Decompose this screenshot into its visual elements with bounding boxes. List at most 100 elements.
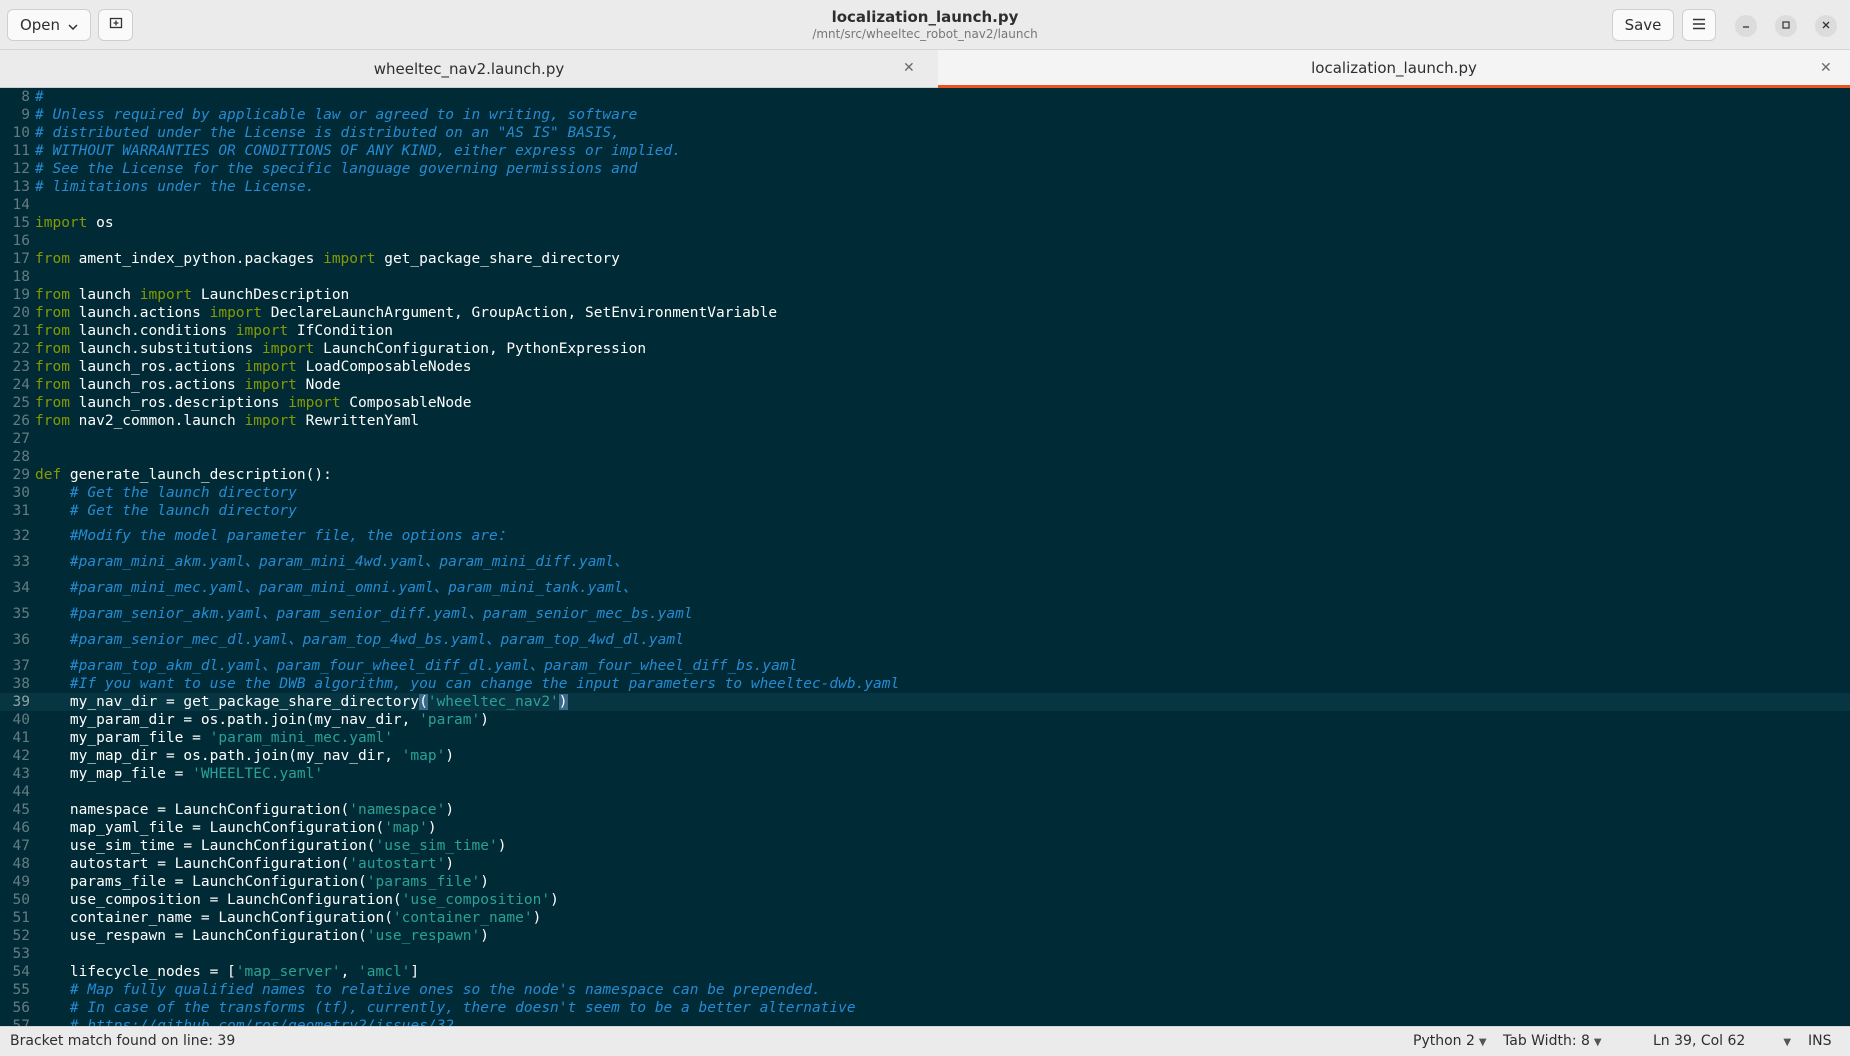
cursor-position-selector[interactable]: Ln 39, Col 62 ▼: [1653, 1033, 1791, 1049]
line-number: 47: [12, 838, 30, 854]
code-line[interactable]: 13 # limitations under the License.: [0, 178, 1850, 196]
code-line[interactable]: 46 map_yaml_file = LaunchConfiguration('…: [0, 819, 1850, 837]
code-line[interactable]: 57 # https://github.com/ros/geometry2/is…: [0, 1017, 1850, 1026]
code-token: import: [235, 323, 289, 339]
tab-close-icon[interactable]: ✕: [1820, 60, 1832, 76]
code-text: # limitations under the License.: [35, 178, 314, 196]
code-line[interactable]: 35 #param_senior_akm.yaml、param_senior_d…: [0, 605, 1850, 623]
minimize-button[interactable]: [1735, 15, 1757, 37]
code-line[interactable]: 38 #If you want to use the DWB algorithm…: [0, 675, 1850, 693]
code-token: # Get the launch directory: [69, 485, 297, 501]
code-token: params_file = LaunchConfiguration(: [35, 874, 367, 890]
code-line[interactable]: 30 # Get the launch directory: [0, 484, 1850, 502]
code-line[interactable]: 36 #param_senior_mec_dl.yaml、param_top_4…: [0, 631, 1850, 649]
code-line[interactable]: 39 my_nav_dir = get_package_share_direct…: [0, 693, 1850, 711]
code-line[interactable]: 23 from launch_ros.actions import LoadCom…: [0, 358, 1850, 376]
code-line[interactable]: 16: [0, 232, 1850, 250]
code-token: #param_senior_mec_dl.yaml、param_top_4wd_…: [69, 632, 684, 648]
code-line[interactable]: 43 my_map_file = 'WHEELTEC.yaml': [0, 765, 1850, 783]
code-token: use_respawn = LaunchConfiguration(: [35, 928, 367, 944]
code-editor[interactable]: 8 #9 # Unless required by applicable law o…: [0, 88, 1850, 1026]
open-button[interactable]: Open: [7, 9, 91, 41]
maximize-button[interactable]: [1775, 15, 1797, 37]
code-line[interactable]: 32 #Modify the model parameter file, the…: [0, 527, 1850, 545]
status-message: Bracket match found on line: 39: [10, 1033, 236, 1049]
language-label: Python 2: [1413, 1033, 1475, 1049]
code-token: map_yaml_file = LaunchConfiguration(: [35, 820, 385, 836]
code-line[interactable]: 40 my_param_dir = os.path.join(my_nav_di…: [0, 711, 1850, 729]
code-line[interactable]: 14: [0, 196, 1850, 214]
code-line[interactable]: 9 # Unless required by applicable law or …: [0, 106, 1850, 124]
new-tab-button[interactable]: [98, 9, 133, 41]
line-number: 19: [12, 287, 30, 303]
code-line[interactable]: 17 from ament_index_python.packages impor…: [0, 250, 1850, 268]
code-line[interactable]: 29 def generate_launch_description():: [0, 466, 1850, 484]
code-line[interactable]: 18: [0, 268, 1850, 286]
code-line[interactable]: 55 # Map fully qualified names to relati…: [0, 981, 1850, 999]
window-title-block: localization_launch.py /mnt/src/wheeltec…: [700, 8, 1150, 42]
code-token: ): [550, 892, 559, 908]
code-line[interactable]: 34 #param_mini_mec.yaml、param_mini_omni.…: [0, 579, 1850, 597]
code-line[interactable]: 28: [0, 448, 1850, 466]
code-line[interactable]: 27: [0, 430, 1850, 448]
code-text: # Map fully qualified names to relative …: [35, 981, 821, 999]
tab-localization-launch[interactable]: localization_launch.py ✕: [938, 50, 1850, 88]
code-token: my_nav_dir = get_package_share_directory: [35, 694, 420, 710]
code-line[interactable]: 12 # See the License for the specific lan…: [0, 160, 1850, 178]
code-line[interactable]: 31 # Get the launch directory: [0, 502, 1850, 520]
code-line[interactable]: 50 use_composition = LaunchConfiguration…: [0, 891, 1850, 909]
code-line[interactable]: 26 from nav2_common.launch import Rewritt…: [0, 412, 1850, 430]
code-text: # WITHOUT WARRANTIES OR CONDITIONS OF AN…: [35, 142, 681, 160]
code-line[interactable]: 24 from launch_ros.actions import Node: [0, 376, 1850, 394]
code-line[interactable]: 11 # WITHOUT WARRANTIES OR CONDITIONS OF …: [0, 142, 1850, 160]
code-line[interactable]: 33 #param_mini_akm.yaml、param_mini_4wd.y…: [0, 553, 1850, 571]
code-text: use_sim_time = LaunchConfiguration('use_…: [35, 837, 507, 855]
line-number: 51: [12, 910, 30, 926]
code-token: # See the License for the specific langu…: [35, 161, 638, 177]
code-line[interactable]: 56 # In case of the transforms (tf), cur…: [0, 999, 1850, 1017]
code-line[interactable]: 21 from launch.conditions import IfCondit…: [0, 322, 1850, 340]
code-token: from: [35, 251, 70, 267]
tab-close-icon[interactable]: ✕: [903, 60, 915, 76]
code-line[interactable]: 25 from launch_ros.descriptions import Co…: [0, 394, 1850, 412]
code-token: get_package_share_directory: [375, 251, 620, 267]
code-line[interactable]: 22 from launch.substitutions import Launc…: [0, 340, 1850, 358]
code-line[interactable]: 51 container_name = LaunchConfiguration(…: [0, 909, 1850, 927]
code-token: ): [497, 838, 507, 854]
code-line[interactable]: 15 import os: [0, 214, 1850, 232]
code-line[interactable]: 37 #param_top_akm_dl.yaml、param_four_whe…: [0, 657, 1850, 675]
tab-wheeltec-nav2-launch[interactable]: wheeltec_nav2.launch.py ✕: [0, 50, 938, 88]
code-token: #param_mini_mec.yaml、param_mini_omni.yam…: [69, 580, 638, 596]
code-token: 'param_mini_mec.yaml': [209, 730, 393, 746]
code-line[interactable]: 41 my_param_file = 'param_mini_mec.yaml': [0, 729, 1850, 747]
line-number: 28: [12, 449, 30, 465]
code-token: RewrittenYaml: [296, 413, 420, 429]
close-window-button[interactable]: [1815, 15, 1837, 37]
code-line[interactable]: 49 params_file = LaunchConfiguration('pa…: [0, 873, 1850, 891]
code-line[interactable]: 45 namespace = LaunchConfiguration('name…: [0, 801, 1850, 819]
code-line[interactable]: 47 use_sim_time = LaunchConfiguration('u…: [0, 837, 1850, 855]
code-token: 'param': [419, 712, 481, 728]
line-number: 8: [21, 89, 30, 105]
code-line[interactable]: 10 # distributed under the License is dis…: [0, 124, 1850, 142]
code-line[interactable]: 44: [0, 783, 1850, 801]
code-line[interactable]: 52 use_respawn = LaunchConfiguration('us…: [0, 927, 1850, 945]
code-token: import: [35, 215, 88, 231]
code-text: # https://github.com/ros/geometry2/issue…: [35, 1017, 454, 1026]
code-line[interactable]: 20 from launch.actions import DeclareLaun…: [0, 304, 1850, 322]
code-line[interactable]: 8 #: [0, 88, 1850, 106]
code-line[interactable]: 48 autostart = LaunchConfiguration('auto…: [0, 855, 1850, 873]
code-token: LoadComposableNodes: [296, 359, 472, 375]
code-line[interactable]: 42 my_map_dir = os.path.join(my_nav_dir,…: [0, 747, 1850, 765]
code-text: from launch_ros.descriptions import Comp…: [35, 394, 472, 412]
code-token: 'map_server': [235, 964, 341, 980]
main-menu-button[interactable]: [1682, 9, 1716, 41]
language-selector[interactable]: Python 2 ▼: [1413, 1033, 1487, 1049]
code-line[interactable]: 54 lifecycle_nodes = ['map_server', 'amc…: [0, 963, 1850, 981]
code-text: def generate_launch_description():: [35, 466, 332, 484]
save-button[interactable]: Save: [1612, 9, 1674, 41]
tab-width-selector[interactable]: Tab Width: 8 ▼: [1503, 1033, 1602, 1049]
code-line[interactable]: 19 from launch import LaunchDescription: [0, 286, 1850, 304]
code-line[interactable]: 53: [0, 945, 1850, 963]
code-text: use_composition = LaunchConfiguration('u…: [35, 891, 559, 909]
